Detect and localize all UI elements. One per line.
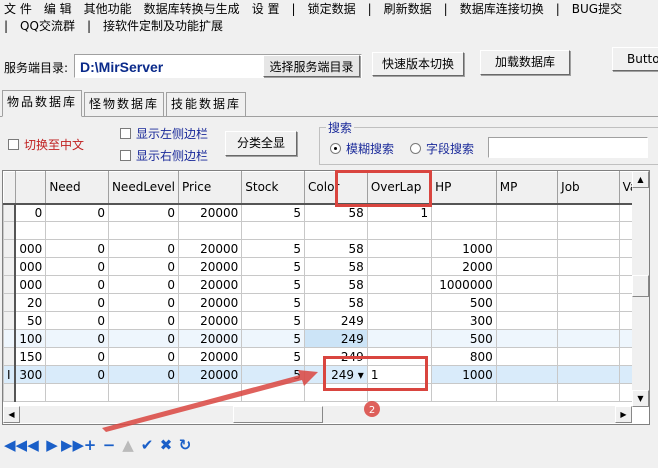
arrow-shape [102,370,318,432]
tab-items[interactable]: 物品数据库 [2,90,83,117]
annotation-arrow: 2 [102,370,380,432]
step-badge-label: 2 [369,405,375,416]
